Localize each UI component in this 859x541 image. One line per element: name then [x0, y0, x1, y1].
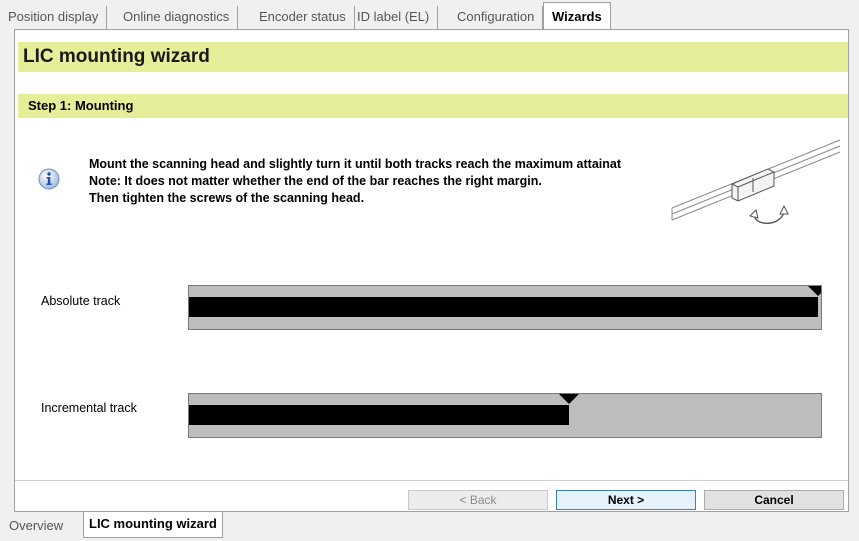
step-title: Step 1: Mounting — [28, 98, 134, 113]
info-icon — [38, 168, 60, 190]
step-header: Step 1: Mounting — [18, 94, 848, 118]
wizard-panel: LIC mounting wizard Step 1: Mounting Mou… — [14, 29, 849, 512]
wizard-button-row: < Back Next > Cancel — [15, 480, 848, 511]
tab-id-label[interactable]: ID label (EL) — [349, 6, 439, 30]
tab-configuration[interactable]: Configuration — [449, 6, 544, 30]
tab-wizards[interactable]: Wizards — [543, 2, 611, 30]
incremental-track-marker — [559, 394, 580, 404]
tab-online-diagnostics[interactable]: Online diagnostics — [115, 6, 239, 30]
absolute-track-fill — [189, 297, 818, 317]
bottom-tab-bar: Overview LIC mounting wizard — [0, 512, 859, 541]
incremental-track-label: Incremental track — [41, 401, 137, 415]
incremental-track-bar — [188, 393, 822, 438]
absolute-track-label: Absolute track — [41, 294, 121, 308]
instruction-line: Note: It does not matter whether the end… — [89, 174, 542, 188]
instruction-text: Mount the scanning head and slightly tur… — [89, 156, 669, 207]
incremental-track-fill — [189, 405, 570, 425]
tab-overview[interactable]: Overview — [4, 516, 68, 538]
absolute-track-marker — [807, 286, 821, 296]
next-button[interactable]: Next > — [556, 490, 696, 510]
top-tab-bar: Position display Online diagnostics Enco… — [0, 0, 859, 30]
absolute-track-bar — [188, 285, 822, 330]
wizard-title-bar: LIC mounting wizard — [18, 42, 848, 72]
wizard-title: LIC mounting wizard — [23, 46, 210, 67]
back-button[interactable]: < Back — [408, 490, 548, 510]
tab-lic-mounting-wizard[interactable]: LIC mounting wizard — [83, 512, 223, 538]
instruction-line: Then tighten the screws of the scanning … — [89, 191, 365, 205]
tab-position-display[interactable]: Position display — [0, 6, 108, 30]
instruction-line: Mount the scanning head and slightly tur… — [89, 157, 622, 171]
scanning-head-mount-illustration — [671, 139, 841, 224]
tab-encoder-status[interactable]: Encoder status — [251, 6, 355, 30]
cancel-button[interactable]: Cancel — [704, 490, 844, 510]
